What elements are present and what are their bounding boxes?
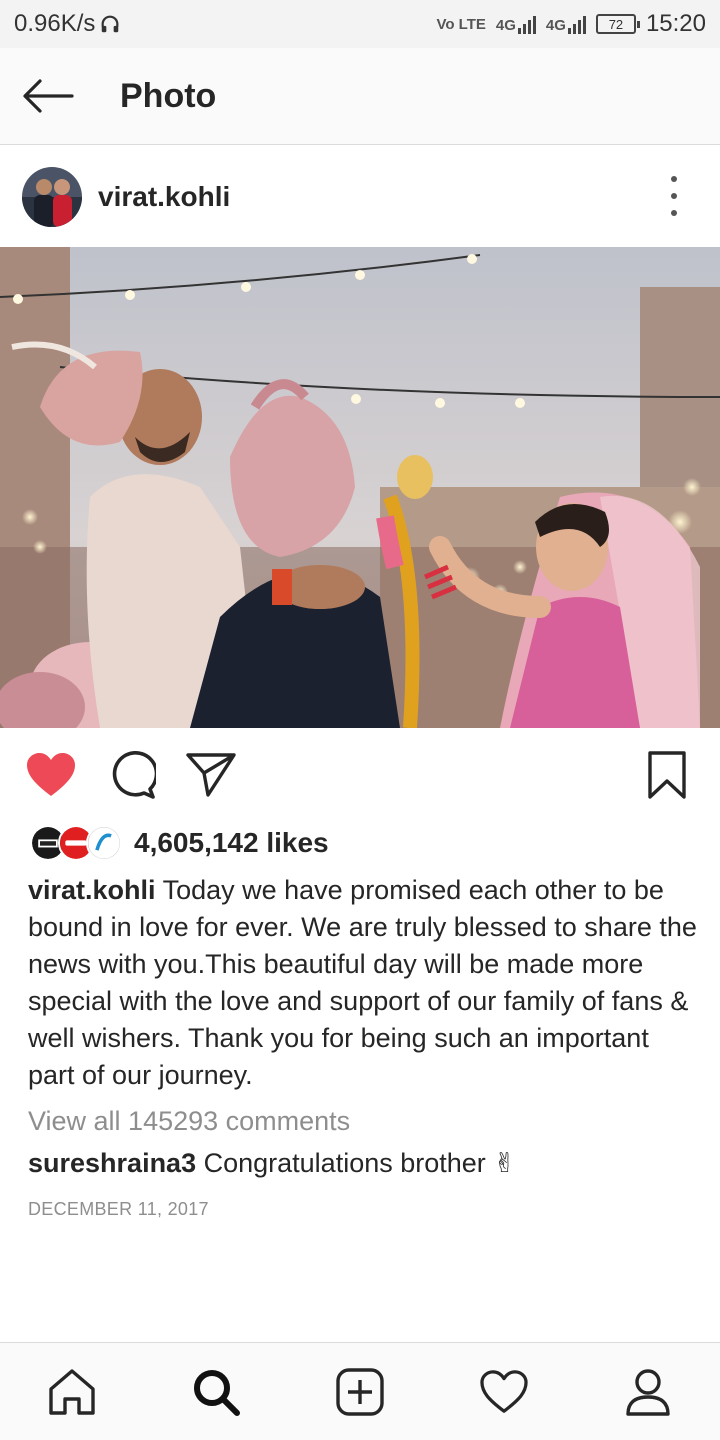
status-right: Vo LTE 4G 4G 72 15:20 [436,10,706,38]
signal-bars-2 [567,14,586,34]
battery-icon: 72 [595,14,640,34]
network-speed: 0.96K/s [14,10,96,37]
nav-home[interactable] [42,1362,102,1422]
signal-2-label: 4G [545,17,566,34]
status-bar: 0.96K/s Vo LTE 4G 4G 72 15:20 [0,0,720,48]
nav-activity[interactable] [474,1362,534,1422]
save-button[interactable] [640,748,694,802]
caption-username[interactable]: virat.kohli [28,875,156,905]
nav-search[interactable] [186,1362,246,1422]
heart-outline-icon [480,1369,528,1413]
status-left: 0.96K/s [14,10,121,38]
battery-level: 72 [608,16,624,32]
heart-filled-icon [27,753,75,796]
post-actions [0,740,720,810]
signal-bars [517,14,536,34]
search-icon [194,1369,240,1416]
page-title: Photo [120,76,217,115]
send-icon [186,753,236,797]
bookmark-icon [648,751,686,799]
app-header: Photo [0,48,720,145]
post-header: virat.kohli [0,146,720,247]
back-button[interactable] [0,48,96,145]
more-dot-icon [671,176,677,182]
post-photo[interactable] [0,247,720,728]
likes-row[interactable]: 4,605,142 likes [30,820,329,866]
liker-avatar [86,825,122,861]
volte-indicator: Vo LTE [436,15,486,33]
nav-new-post[interactable] [330,1362,390,1422]
profile-icon [626,1368,670,1416]
post-date: DECEMBER 11, 2017 [28,1199,209,1219]
add-post-icon [336,1367,384,1416]
nav-profile[interactable] [618,1362,678,1422]
comment-item: sureshraina3 Congratulations brother ✌ [28,1148,516,1179]
clock: 15:20 [645,10,706,37]
signal-4g-2-icon: 4G [546,14,586,34]
bottom-navigation [0,1342,720,1440]
post-caption: virat.kohli Today we have promised each … [28,872,698,1094]
avatar[interactable] [22,166,82,227]
view-all-comments-link[interactable]: View all 145293 comments [28,1106,350,1137]
comment-text: Congratulations brother ✌ [203,1148,516,1178]
caption-text: Today we have promised each other to be … [28,875,697,1090]
home-icon [49,1368,95,1415]
comment-username[interactable]: sureshraina3 [28,1148,196,1178]
avatar-image [22,166,82,227]
likes-count: 4,605,142 likes [134,827,329,858]
like-button[interactable] [24,748,78,802]
more-options-button[interactable] [662,176,686,216]
more-dot-icon [671,210,677,216]
signal-1-label: 4G [495,17,516,34]
wedding-photo [0,247,720,728]
signal-4g-icon: 4G [496,14,536,34]
post-username[interactable]: virat.kohli [98,181,230,213]
headphones-icon [101,15,119,33]
back-arrow-icon [23,79,74,113]
comment-icon [112,751,156,799]
share-button[interactable] [184,748,238,802]
comment-button[interactable] [104,748,158,802]
more-dot-icon [671,193,677,199]
